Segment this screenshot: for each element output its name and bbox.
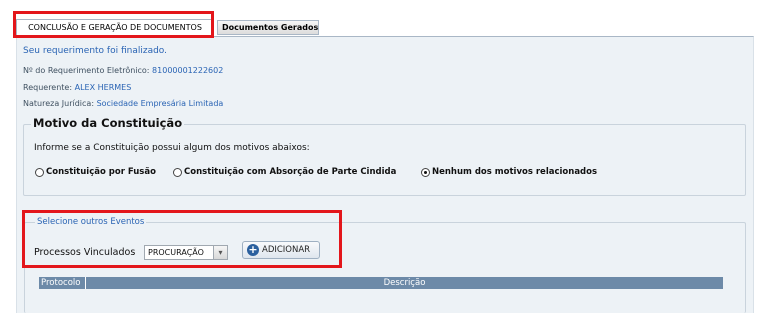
requerimento-label: Nº do Requerimento Eletrônico: [23, 66, 150, 75]
radio-label: Constituição por Fusão [46, 167, 156, 177]
radio-absorcao[interactable]: Constituição com Absorção de Parte Cindi… [173, 167, 396, 177]
natureza-value: Sociedade Empresária Limitada [96, 99, 224, 108]
natureza-label: Natureza Jurídica: [23, 99, 95, 108]
radio-circle-selected[interactable] [421, 167, 430, 177]
requerimento-number: 81000001222602 [152, 66, 224, 75]
radio-circle[interactable] [35, 167, 44, 177]
eventos-highlight-box [22, 210, 342, 268]
radio-fusao[interactable]: Constituição por Fusão [35, 167, 156, 177]
radio-nenhum[interactable]: Nenhum dos motivos relacionados [421, 167, 597, 177]
table-header: Protocolo Descrição [39, 277, 723, 289]
status-message: Seu requerimento foi finalizado. [23, 46, 167, 56]
column-header-protocolo[interactable]: Protocolo [39, 277, 86, 289]
radio-label: Nenhum dos motivos relacionados [432, 167, 598, 177]
column-header-descricao[interactable]: Descrição [86, 277, 723, 289]
tab-highlight-box [13, 11, 214, 38]
radio-circle[interactable] [173, 167, 182, 177]
motivo-title: Motivo da Constituição [31, 116, 185, 130]
requerente-label: Requerente: [23, 83, 73, 92]
requerente-name: ALEX HERMES [74, 83, 132, 92]
radio-label: Constituição com Absorção de Parte Cindi… [184, 167, 397, 177]
motivo-fieldset [23, 124, 746, 196]
natureza-row: Natureza Jurídica: Sociedade Empresária … [23, 99, 223, 108]
motivo-prompt: Informe se a Constituição possui algum d… [34, 143, 310, 153]
requerimento-row: Nº do Requerimento Eletrônico: 810000012… [23, 66, 223, 75]
tab-documentos-gerados[interactable]: Documentos Gerados [217, 20, 319, 35]
requerente-row: Requerente: ALEX HERMES [23, 83, 131, 92]
